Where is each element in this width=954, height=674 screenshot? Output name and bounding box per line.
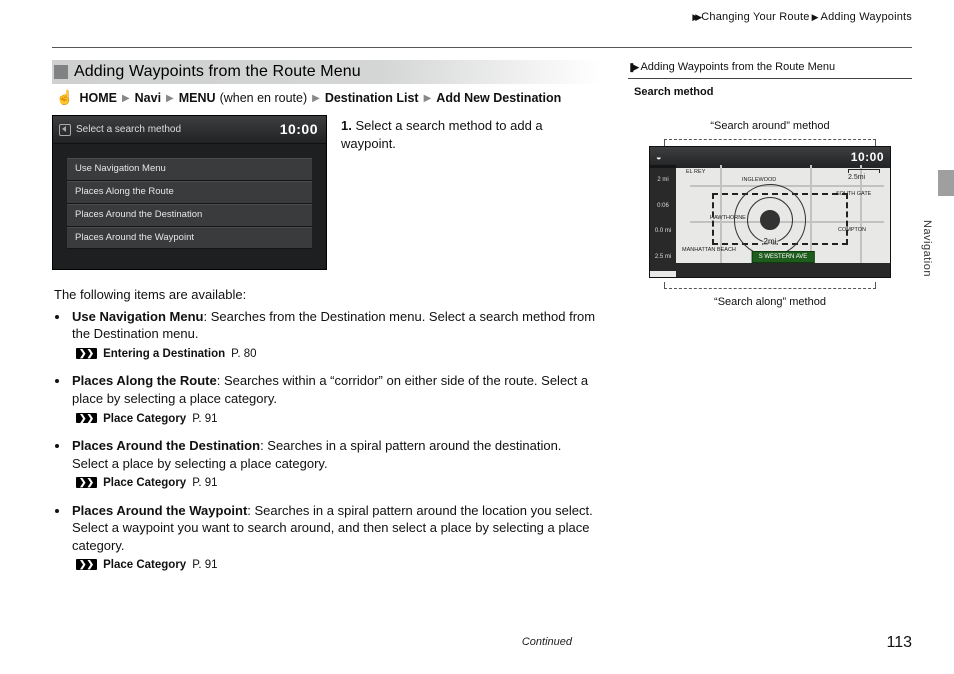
xref-icon: ❯❯ <box>76 413 97 424</box>
list-item: Places Around the Waypoint: Searches in … <box>70 502 600 574</box>
xref-icon: ❯❯ <box>76 348 97 359</box>
side-heading: ❚▶Adding Waypoints from the Route Menu <box>628 60 912 75</box>
path-menu-note: (when en route) <box>220 90 308 107</box>
compass-icon: ◒ <box>656 151 661 163</box>
xref-icon: ❯❯ <box>76 477 97 488</box>
section-heading: Adding Waypoints from the Route Menu <box>52 60 600 85</box>
list-item: Places Along the Route: Searches within … <box>70 372 600 427</box>
breadcrumb: ▶▶Changing Your Route▶Adding Waypoints <box>52 10 912 25</box>
breadcrumb-subsection: Adding Waypoints <box>821 11 912 23</box>
triangle-icon: ▶ <box>424 92 432 106</box>
scale-indicator: 2.5mi <box>848 169 880 182</box>
items-intro: The following items are available: <box>54 286 600 304</box>
page-number: 113 <box>886 632 912 654</box>
chevron-icon: ▶ <box>812 12 819 22</box>
path-menu: MENU <box>179 90 216 107</box>
list-item: Places Around the Destination: Searches … <box>70 437 600 492</box>
divider <box>628 78 912 79</box>
triangle-icon: ▶ <box>166 92 174 106</box>
cross-reference: ❯❯Place Category P. 91 <box>76 412 600 428</box>
caption-search-along: “Search along” method <box>628 295 912 310</box>
hand-icon: ☝ <box>56 90 73 104</box>
cross-reference: ❯❯Place Category P. 91 <box>76 476 600 492</box>
path-navi: Navi <box>135 90 161 107</box>
items-list: Use Navigation Menu: Searches from the D… <box>70 308 600 574</box>
menu-item: Places Around the Destination <box>67 204 312 227</box>
step-1: 1. Select a search method to add a waypo… <box>341 115 600 152</box>
city-label: INGLEWOOD <box>742 177 776 184</box>
section-title: Adding Waypoints from the Route Menu <box>74 61 361 83</box>
menu-item: Places Around the Waypoint <box>67 227 312 250</box>
radius-label: 2mi <box>763 237 778 248</box>
chevron-icon: ▶▶ <box>692 12 698 22</box>
bracket-icon <box>664 139 876 146</box>
current-location-icon <box>760 210 780 230</box>
path-home: HOME <box>79 90 117 107</box>
triangle-icon: ▶ <box>312 92 320 106</box>
search-method-label: Search method <box>628 85 912 100</box>
map-clock: 10:00 <box>851 149 884 165</box>
screenshot-search-method: Select a search method 10:00 Use Navigat… <box>52 115 327 270</box>
screenshot-map: ◒ 10:00 2 mi0:060.0 mi2.5 mi EL REY INGLE… <box>649 146 891 278</box>
map-left-panel: 2 mi0:060.0 mi2.5 mi <box>650 165 676 271</box>
path-dest-list: Destination List <box>325 90 419 107</box>
menu-path: ☝ HOME ▶ Navi ▶ MENU (when en route) ▶ D… <box>52 90 600 115</box>
menu-item: Places Along the Route <box>67 181 312 204</box>
section-tab: Navigation <box>919 220 934 277</box>
divider <box>52 47 912 48</box>
screenshot-title: Select a search method <box>76 123 181 137</box>
screenshot-clock: 10:00 <box>280 120 318 139</box>
square-icon <box>54 65 68 79</box>
city-label: MANHATTAN BEACH <box>682 247 736 254</box>
circle-icon <box>747 197 793 243</box>
menu-item: Use Navigation Menu <box>67 158 312 181</box>
continued-label: Continued <box>52 635 572 650</box>
xref-icon: ❯❯ <box>76 559 97 570</box>
back-icon <box>59 124 71 136</box>
city-label: SOUTH GATE <box>836 191 871 198</box>
path-add-new: Add New Destination <box>436 90 561 107</box>
city-label: EL REY <box>686 169 705 176</box>
bracket-icon <box>664 282 876 289</box>
city-label: COMPTON <box>838 227 866 234</box>
cross-reference: ❯❯Place Category P. 91 <box>76 558 600 574</box>
edge-tab <box>938 170 954 196</box>
caption-search-around: “Search around” method <box>628 119 912 134</box>
cross-reference: ❯❯Entering a Destination P. 80 <box>76 347 600 363</box>
breadcrumb-section: Changing Your Route <box>701 11 809 23</box>
triangle-icon: ▶ <box>122 92 130 106</box>
street-label: S WESTERN AVE <box>752 251 815 263</box>
chevron-icon: ❚▶ <box>628 62 636 72</box>
list-item: Use Navigation Menu: Searches from the D… <box>70 308 600 363</box>
city-label: HAWTHORNE <box>710 215 746 222</box>
